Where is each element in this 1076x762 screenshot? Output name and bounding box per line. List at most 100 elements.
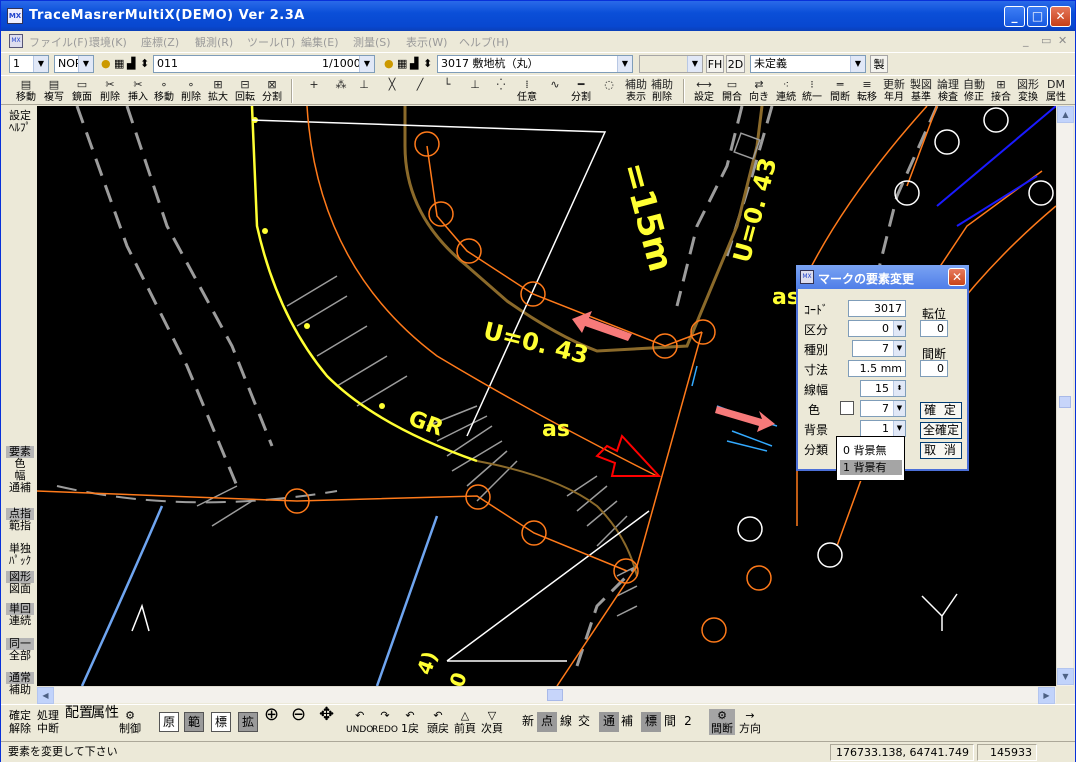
- sidebar-group-0[interactable]: 設定 ﾍﾙﾌﾟ: [6, 110, 34, 134]
- back-start-button[interactable]: ↶ 頭戻: [427, 709, 449, 735]
- attribute-button[interactable]: 属性: [91, 706, 119, 720]
- bg-option-none[interactable]: 0 背景無: [840, 443, 902, 458]
- interval-button[interactable]: ⚙ 間断: [709, 709, 735, 735]
- tool-button-36[interactable]: 図形 変換: [1015, 77, 1041, 105]
- tool-button-20[interactable]: ━ 分割: [568, 77, 594, 105]
- tool-button-30[interactable]: ≡ 転移: [854, 77, 880, 105]
- width-spinner[interactable]: 15 ⬍: [860, 380, 906, 397]
- bg-select[interactable]: 1 ▼: [860, 420, 906, 437]
- mode-cross[interactable]: 交: [574, 712, 594, 732]
- sort-icon[interactable]: ⬍: [140, 57, 149, 70]
- mode-line[interactable]: 線: [556, 712, 576, 732]
- rotate-input[interactable]: 0: [920, 320, 948, 337]
- tool-button-31[interactable]: 更新 年月: [881, 77, 907, 105]
- sidebar-group-4[interactable]: 図形 図面: [6, 571, 34, 595]
- key-range[interactable]: 範: [184, 712, 204, 732]
- tool-button-0[interactable]: ▤ 移動: [13, 77, 39, 105]
- redo-button[interactable]: ↷ REDO: [372, 709, 398, 737]
- mode-aux[interactable]: 補: [617, 712, 637, 732]
- sidebar-group-5[interactable]: 単回 連続: [6, 603, 34, 627]
- minimize-button[interactable]: _: [1004, 6, 1025, 27]
- interrupt-button[interactable]: 処理 中断: [37, 709, 59, 735]
- key-standard[interactable]: 標: [211, 712, 231, 732]
- mode-normal[interactable]: 通: [599, 712, 619, 732]
- mode-two[interactable]: 2: [678, 712, 698, 732]
- menu-tools[interactable]: ツール(T): [247, 34, 295, 50]
- tool-button-12[interactable]: ⊥: [351, 77, 377, 105]
- mode-gap[interactable]: 間: [660, 712, 680, 732]
- direction-button[interactable]: → 方向: [739, 709, 761, 735]
- control-button[interactable]: ⚙ 制御: [119, 709, 141, 735]
- tool-button-19[interactable]: ∿: [542, 77, 568, 105]
- tool-button-1[interactable]: ▤ 複写: [41, 77, 67, 105]
- code-element-select[interactable]: 3017 敷地杭（丸） ▼: [437, 55, 633, 73]
- dialog-close-button[interactable]: ✕: [948, 268, 966, 286]
- mode-point[interactable]: 点: [537, 712, 557, 732]
- tool-button-26[interactable]: ⇄ 向き: [746, 77, 772, 105]
- tool-button-37[interactable]: DM 属性: [1043, 77, 1069, 105]
- scroll-left-icon[interactable]: ◀: [37, 687, 54, 704]
- bg-option-on[interactable]: 1 背景有: [840, 460, 902, 475]
- tool-button-32[interactable]: 製図 基準: [908, 77, 934, 105]
- pan-icon[interactable]: ✥: [319, 706, 334, 724]
- key-original[interactable]: 原: [159, 712, 179, 732]
- menu-view[interactable]: 表示(W): [406, 34, 447, 50]
- vertical-scrollbar[interactable]: ▲ ▼: [1056, 106, 1074, 686]
- scroll-right-icon[interactable]: ▶: [1038, 687, 1055, 704]
- tool-button-25[interactable]: ▭ 開合: [719, 77, 745, 105]
- menu-help[interactable]: ヘルプ(H): [459, 34, 509, 50]
- zoom-in-icon[interactable]: ⊕: [264, 706, 279, 724]
- tool-button-8[interactable]: ⊟ 回転: [232, 77, 258, 105]
- horizontal-scrollbar[interactable]: ◀ ▶: [37, 686, 1056, 704]
- tool-button-17[interactable]: ⁛: [488, 77, 514, 105]
- make-button[interactable]: 製: [870, 55, 888, 73]
- menu-file[interactable]: ファイル(F): [29, 34, 88, 50]
- menu-survey[interactable]: 測量(S): [353, 34, 391, 50]
- next-page-button[interactable]: ▽ 次頁: [481, 709, 503, 735]
- tool-button-7[interactable]: ⊞ 拡大: [205, 77, 231, 105]
- tool-button-21[interactable]: ◌: [596, 77, 622, 105]
- tool-button-28[interactable]: ⁝ 統一: [799, 77, 825, 105]
- sidebar-group-3[interactable]: 単独 ﾊﾟｯｸ: [6, 543, 34, 567]
- kubun-select[interactable]: 0 ▼: [848, 320, 906, 337]
- tool-button-5[interactable]: ∘ 移動: [151, 77, 177, 105]
- tool-button-10[interactable]: +: [301, 77, 327, 105]
- menu-environment[interactable]: 環境(K): [89, 34, 127, 50]
- mode-label[interactable]: 標: [641, 712, 661, 732]
- vertical-scroll-thumb[interactable]: [1059, 396, 1071, 408]
- blank-select[interactable]: ▼: [639, 55, 703, 73]
- tool-button-13[interactable]: ╳: [379, 77, 405, 105]
- tool-button-34[interactable]: 自動 修正: [961, 77, 987, 105]
- tool-button-18[interactable]: ⁞ 任意: [514, 77, 540, 105]
- kandan-input[interactable]: 0: [920, 360, 948, 377]
- shubetsu-select[interactable]: 7 ▼: [852, 340, 906, 357]
- size-input[interactable]: 1.5 mm: [848, 360, 906, 377]
- tool-button-27[interactable]: ⁖ 連続: [773, 77, 799, 105]
- lock-icon[interactable]: ▦: [397, 57, 407, 70]
- mode-new[interactable]: 新: [518, 712, 538, 732]
- menu-edit[interactable]: 編集(E): [301, 34, 339, 50]
- scroll-down-icon[interactable]: ▼: [1057, 668, 1074, 685]
- sidebar-group-1[interactable]: 要素色幅通補: [6, 446, 34, 494]
- title-bar[interactable]: MX TraceMasrerMultiX(DEMO) Ver 2.3A _ □ …: [1, 1, 1075, 31]
- confirm-release-button[interactable]: 確定 解除: [9, 709, 31, 735]
- bulb-icon[interactable]: ●: [101, 57, 111, 70]
- tool-button-4[interactable]: ✂ 挿入: [125, 77, 151, 105]
- undo-button[interactable]: ↶ UNDO: [346, 709, 373, 737]
- tool-button-3[interactable]: ✂ 削除: [97, 77, 123, 105]
- spinner-icon[interactable]: ⬍: [893, 381, 905, 396]
- dialog-title-bar[interactable]: MX マークの要素変更 ✕: [796, 265, 969, 289]
- undefined-select[interactable]: 未定義 ▼: [750, 55, 866, 73]
- color-select[interactable]: 7 ▼: [860, 400, 906, 417]
- layer-icon[interactable]: ▟: [410, 57, 418, 70]
- place-button[interactable]: 配置: [65, 706, 93, 720]
- mdi-minimize-icon[interactable]: _: [1023, 34, 1029, 47]
- tool-button-24[interactable]: ⟷ 設定: [691, 77, 717, 105]
- tool-button-35[interactable]: ⊞ 接合: [988, 77, 1014, 105]
- tool-button-2[interactable]: ▭ 鏡面: [69, 77, 95, 105]
- menu-coordinates[interactable]: 座標(Z): [141, 34, 179, 50]
- bulb-icon[interactable]: ●: [384, 57, 394, 70]
- sidebar-group-7[interactable]: 通常 補助: [6, 672, 34, 696]
- code-input[interactable]: 3017: [848, 300, 906, 317]
- zoom-out-icon[interactable]: ⊖: [291, 706, 306, 724]
